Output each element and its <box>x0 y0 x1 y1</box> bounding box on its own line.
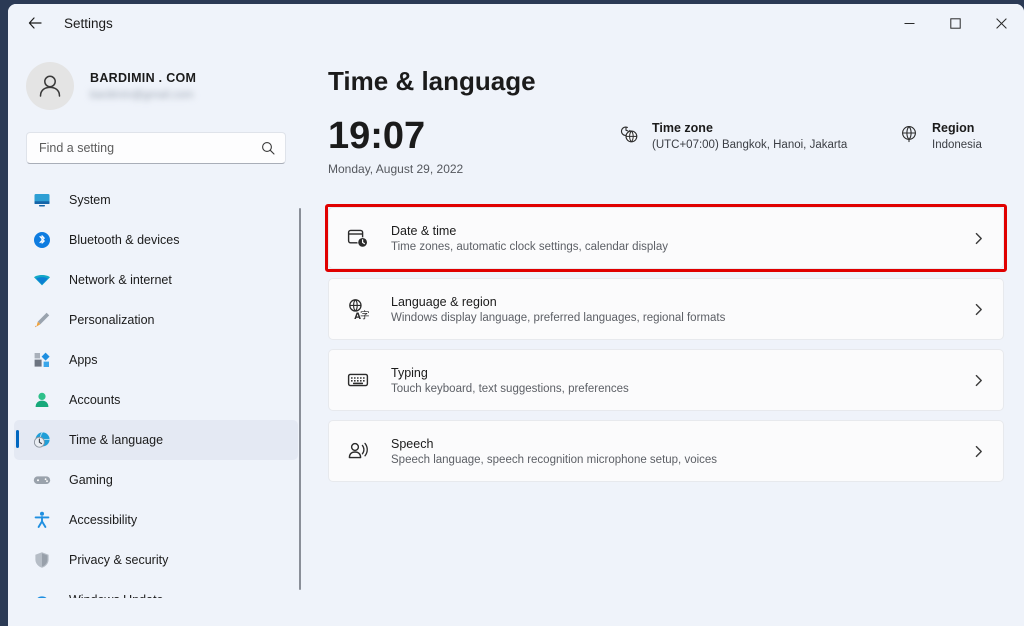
chevron-right-icon <box>972 374 985 387</box>
sidebar-nav: System Bluetooth & devices Network & int… <box>8 180 308 598</box>
sidebar-item-label: System <box>69 193 111 207</box>
windows-update-icon <box>32 590 52 598</box>
sidebar-item-privacy-security[interactable]: Privacy & security <box>14 540 298 580</box>
card-subtitle: Windows display language, preferred lang… <box>391 311 726 324</box>
apps-icon <box>32 350 52 370</box>
timezone-label: Time zone <box>652 121 713 135</box>
sidebar-item-personalization[interactable]: Personalization <box>14 300 298 340</box>
account-name: BARDIMIN . COM <box>90 71 197 85</box>
back-button[interactable] <box>18 8 52 38</box>
system-icon <box>32 190 52 210</box>
accounts-icon <box>32 390 52 410</box>
sidebar-item-label: Network & internet <box>69 273 172 287</box>
close-button[interactable] <box>978 4 1024 42</box>
bluetooth-icon <box>32 230 52 250</box>
speech-icon <box>345 438 371 464</box>
title-bar: Settings <box>8 4 1024 42</box>
minimize-icon <box>904 22 914 24</box>
sidebar-item-label: Time & language <box>69 433 164 447</box>
sidebar-item-windows-update[interactable]: Windows Update <box>14 580 298 598</box>
sidebar-item-label: Apps <box>69 353 98 367</box>
main-content: Time & language 19:07 Monday, August 29,… <box>308 42 1024 626</box>
timezone-value: (UTC+07:00) Bangkok, Hanoi, Jakarta <box>652 139 848 151</box>
sidebar-item-apps[interactable]: Apps <box>14 340 298 380</box>
card-title: Speech <box>391 436 434 451</box>
card-title: Date & time <box>391 223 457 238</box>
svg-text:字: 字 <box>360 309 369 320</box>
privacy-security-icon <box>32 550 52 570</box>
card-speech[interactable]: Speech Speech language, speech recogniti… <box>328 420 1004 482</box>
accessibility-icon <box>32 510 52 530</box>
sidebar-item-label: Accounts <box>69 393 121 407</box>
card-subtitle: Time zones, automatic clock settings, ca… <box>391 240 668 253</box>
window-title: Settings <box>64 15 113 31</box>
timezone-info: Time zone (UTC+07:00) Bangkok, Hanoi, Ja… <box>618 121 847 151</box>
globe-icon <box>898 123 920 145</box>
card-subtitle: Touch keyboard, text suggestions, prefer… <box>391 382 629 395</box>
card-language-region[interactable]: A 字 Language & region Windows display la… <box>328 278 1004 340</box>
network-icon <box>32 270 52 290</box>
gaming-icon <box>32 470 52 490</box>
close-icon <box>995 17 1007 29</box>
chevron-right-icon <box>972 445 985 458</box>
language-translate-icon: A 字 <box>345 296 371 322</box>
region-label: Region <box>932 121 975 135</box>
settings-window: Settings BARDIMIN . COM bardimin@gmail.c… <box>8 4 1024 626</box>
chevron-right-icon <box>972 303 985 316</box>
back-arrow-icon <box>28 17 42 29</box>
sidebar-item-gaming[interactable]: Gaming <box>14 460 298 500</box>
clock-globe-icon <box>618 123 640 145</box>
sidebar-item-system[interactable]: System <box>14 180 298 220</box>
person-icon <box>39 75 61 97</box>
region-info: Region Indonesia <box>898 121 982 151</box>
sidebar-item-label: Accessibility <box>69 513 138 527</box>
account-block[interactable]: BARDIMIN . COM bardimin@gmail.com <box>8 42 308 110</box>
current-date: Monday, August 29, 2022 <box>328 162 464 176</box>
search-box[interactable] <box>26 132 286 164</box>
settings-card-list: Date & time Time zones, automatic clock … <box>325 204 1007 482</box>
sidebar: BARDIMIN . COM bardimin@gmail.com Find a… <box>8 42 308 626</box>
sidebar-item-label: Gaming <box>69 473 113 487</box>
sidebar-item-accounts[interactable]: Accounts <box>14 380 298 420</box>
sidebar-item-accessibility[interactable]: Accessibility <box>14 500 298 540</box>
card-subtitle: Speech language, speech recognition micr… <box>391 453 718 466</box>
card-date-time[interactable]: Date & time Time zones, automatic clock … <box>328 207 1004 269</box>
sidebar-item-label: Bluetooth & devices <box>69 233 180 247</box>
account-email: bardimin@gmail.com <box>90 89 194 101</box>
sidebar-item-label: Personalization <box>69 313 155 327</box>
time-language-icon <box>32 430 52 450</box>
avatar <box>26 62 74 110</box>
clock-row: 19:07 Monday, August 29, 2022 Time zone … <box>328 115 1024 193</box>
sidebar-item-label: Privacy & security <box>69 553 169 567</box>
sidebar-item-bluetooth-devices[interactable]: Bluetooth & devices <box>14 220 298 260</box>
sidebar-item-network-internet[interactable]: Network & internet <box>14 260 298 300</box>
chevron-right-icon <box>972 232 985 245</box>
personalization-icon <box>32 310 52 330</box>
card-title: Typing <box>391 365 428 380</box>
maximize-button[interactable] <box>932 4 978 42</box>
window-controls <box>886 4 1024 42</box>
region-value: Indonesia <box>932 139 982 151</box>
page-title: Time & language <box>328 66 536 96</box>
maximize-icon <box>949 17 961 29</box>
sidebar-item-time-language[interactable]: Time & language <box>14 420 298 460</box>
search-icon <box>261 141 275 155</box>
calendar-clock-icon <box>345 225 371 251</box>
sidebar-item-label: Windows Update <box>69 593 164 598</box>
keyboard-icon <box>345 367 371 393</box>
sidebar-scrollbar[interactable] <box>299 208 301 590</box>
search-input[interactable] <box>27 133 285 163</box>
card-title: Language & region <box>391 294 497 309</box>
minimize-button[interactable] <box>886 4 932 42</box>
card-typing[interactable]: Typing Touch keyboard, text suggestions,… <box>328 349 1004 411</box>
